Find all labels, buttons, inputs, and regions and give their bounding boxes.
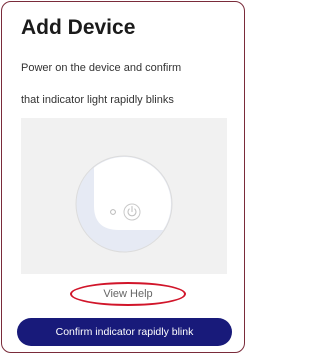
instruction-line-2: that indicator light rapidly blinks — [21, 94, 174, 106]
confirm-blink-button[interactable]: Confirm indicator rapidly blink — [17, 318, 232, 346]
device-illustration — [21, 118, 227, 274]
add-device-screen: Add Device Power on the device and confi… — [0, 0, 246, 354]
page-title: Add Device — [21, 16, 136, 39]
instruction-line-1: Power on the device and confirm — [21, 62, 182, 74]
view-help-link[interactable]: View Help — [70, 282, 186, 306]
add-device-card: Add Device Power on the device and confi… — [1, 1, 245, 353]
help-area: View Help — [2, 281, 244, 309]
